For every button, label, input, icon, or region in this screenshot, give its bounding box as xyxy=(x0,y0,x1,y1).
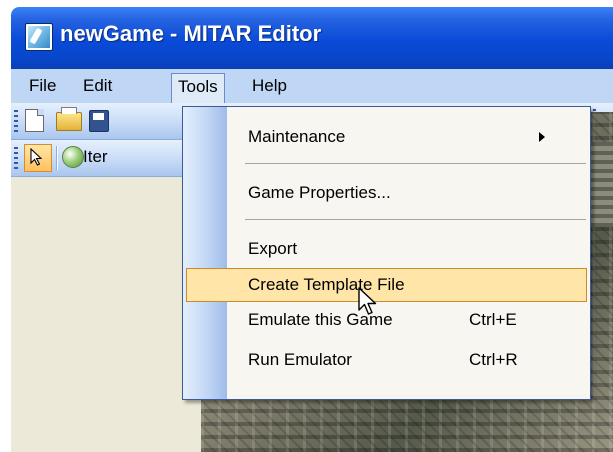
menu-item-create-template-file[interactable]: Create Template File xyxy=(186,268,587,302)
menu-separator xyxy=(245,219,586,220)
menu-item-game-properties[interactable]: Game Properties... xyxy=(186,176,587,210)
menu-item-export[interactable]: Export xyxy=(186,232,587,266)
tools-menu-dropdown: Maintenance Game Properties... Export Cr… xyxy=(182,106,591,400)
menu-item-label: Game Properties... xyxy=(248,183,391,202)
submenu-arrow-icon xyxy=(539,132,545,142)
menu-file[interactable]: File xyxy=(23,74,62,98)
title-bar[interactable]: newGame - MITAR Editor xyxy=(11,7,613,69)
menu-item-emulate-this-game[interactable]: Emulate this Game Ctrl+E xyxy=(186,303,587,337)
menu-item-label: Create Template File xyxy=(248,275,405,294)
menu-bar: File Edit Tools Help xyxy=(11,69,613,104)
items-button-label[interactable]: Iter xyxy=(83,147,108,167)
menu-item-run-emulator[interactable]: Run Emulator Ctrl+R xyxy=(186,343,587,377)
menu-tools[interactable]: Tools xyxy=(171,73,225,104)
editor-window: newGame - MITAR Editor File Edit Tools H… xyxy=(11,7,613,452)
menu-item-shortcut: Ctrl+E xyxy=(469,310,517,329)
menu-item-label: Run Emulator xyxy=(248,350,352,369)
menu-item-label: Maintenance xyxy=(248,127,346,146)
menu-help[interactable]: Help xyxy=(246,74,293,98)
open-folder-icon[interactable] xyxy=(56,107,82,131)
toolbar-separator xyxy=(56,146,57,170)
mouse-cursor-icon xyxy=(358,287,377,315)
app-icon xyxy=(25,23,53,51)
pointer-arrow-icon xyxy=(30,148,43,166)
menu-separator xyxy=(245,163,586,164)
pointer-tool-button[interactable] xyxy=(24,144,52,172)
window-title: newGame - MITAR Editor xyxy=(60,21,322,46)
menu-item-maintenance[interactable]: Maintenance xyxy=(186,120,587,154)
menu-item-label: Export xyxy=(248,239,298,258)
toolbar-grip[interactable] xyxy=(14,147,18,169)
save-icon[interactable] xyxy=(89,110,109,132)
menu-item-shortcut: Ctrl+R xyxy=(469,350,518,369)
toolbar-grip[interactable] xyxy=(14,110,18,132)
new-file-icon[interactable] xyxy=(25,109,44,132)
menu-edit[interactable]: Edit xyxy=(77,74,118,98)
items-icon[interactable] xyxy=(62,146,84,168)
